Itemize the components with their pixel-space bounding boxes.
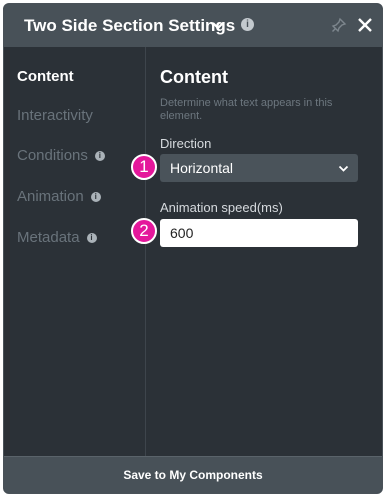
direction-label: Direction [160,136,212,151]
direction-value: Horizontal [170,160,234,176]
animation-speed-label: Animation speed(ms) [160,200,283,215]
sidebar-item-label: Metadata [17,229,80,246]
chevron-down-icon[interactable] [211,19,225,33]
info-icon: i [90,191,101,202]
pin-icon[interactable] [331,17,347,33]
panel-title[interactable]: Two Side Section Settings [24,16,235,36]
sidebar-item-metadata[interactable]: Metadata i [17,229,97,246]
sidebar-item-conditions[interactable]: Conditions i [17,147,105,164]
sidebar-item-interactivity[interactable]: Interactivity [17,107,93,124]
direction-select[interactable]: Horizontal [160,154,358,182]
sidebar-item-label: Conditions [17,147,88,164]
info-icon[interactable]: i [241,18,254,31]
sidebar-item-animation[interactable]: Animation i [17,188,101,205]
section-title: Content [160,67,228,87]
sidebar-item-content[interactable]: Content [17,68,74,85]
sidebar-item-label: Interactivity [17,107,93,124]
callout-badge-2: 2 [131,218,157,244]
close-icon[interactable] [356,16,374,34]
save-to-components-button[interactable]: Save to My Components [4,456,382,493]
callout-badge-1: 1 [131,154,157,180]
settings-sidebar: Content Interactivity Conditions i Anima… [4,47,146,458]
sidebar-item-label: Animation [17,188,84,205]
animation-speed-input[interactable] [160,219,358,247]
panel-header: Two Side Section Settings i [4,4,382,47]
sidebar-item-label: Content [17,68,74,85]
info-icon: i [86,232,97,243]
settings-panel: Two Side Section Settings i Content Inte… [3,3,383,494]
chevron-down-icon [338,165,349,172]
section-description: Determine what text appears in this elem… [160,97,333,122]
info-icon: i [94,150,105,161]
